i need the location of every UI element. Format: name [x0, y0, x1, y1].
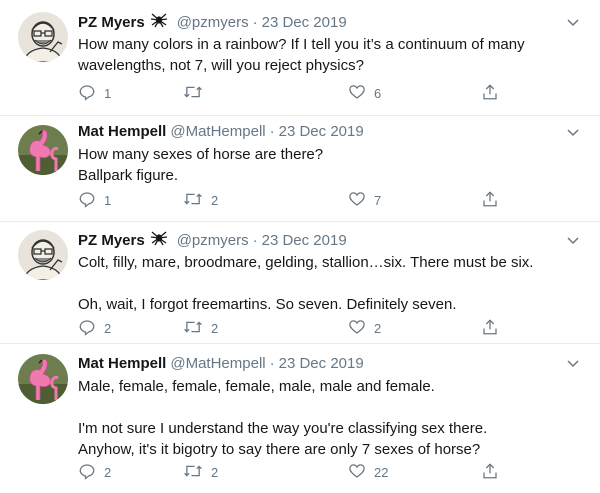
heart-icon	[348, 83, 366, 104]
like-count: 7	[374, 192, 382, 208]
tweet-text: How many colors in a rainbow? If I tell …	[78, 36, 525, 74]
spider-icon	[150, 230, 168, 251]
share-button[interactable]	[481, 82, 499, 104]
separator: ·	[252, 14, 258, 31]
retweet-button[interactable]: 2	[183, 189, 218, 211]
tweet[interactable]: PZ Myers @pzmyers · 23 Dec 2019 Colt, fi…	[0, 222, 600, 344]
separator: ·	[269, 123, 275, 140]
tweet-header: Mat Hempell @MatHempell · 23 Dec 2019	[78, 122, 364, 141]
like-count: 22	[374, 464, 389, 480]
chevron-down-icon[interactable]	[566, 233, 580, 247]
retweet-count: 2	[211, 464, 219, 480]
avatar-pzmyers[interactable]	[18, 12, 68, 62]
reply-count: 2	[104, 320, 112, 336]
tweet[interactable]: Mat Hempell @MatHempell · 23 Dec 2019 Ma…	[0, 344, 600, 493]
avatar-mathempell[interactable]	[18, 125, 68, 175]
reply-button[interactable]: 2	[78, 317, 111, 339]
chevron-down-icon[interactable]	[566, 125, 580, 139]
like-count: 2	[374, 320, 382, 336]
spider-icon	[150, 12, 168, 33]
tweet[interactable]: Mat Hempell @MatHempell · 23 Dec 2019 Ho…	[0, 116, 600, 222]
chevron-down-icon[interactable]	[566, 356, 580, 370]
reply-count: 1	[104, 85, 112, 101]
author-handle[interactable]: @MatHempell	[170, 122, 265, 141]
like-button[interactable]: 22	[348, 461, 388, 483]
tweet-text: Colt, filly, mare, broodmare, gelding, s…	[78, 254, 534, 313]
share-button[interactable]	[481, 461, 499, 483]
tweet-date[interactable]: 23 Dec 2019	[262, 231, 347, 250]
tweet-actions: 1 2 7	[78, 189, 508, 211]
share-icon	[481, 190, 499, 211]
share-icon	[481, 462, 499, 483]
retweet-icon	[183, 318, 203, 339]
tweet-date[interactable]: 23 Dec 2019	[279, 122, 364, 141]
heart-icon	[348, 318, 366, 339]
author-name[interactable]: PZ Myers	[78, 231, 145, 250]
retweet-count: 2	[211, 320, 219, 336]
retweet-button[interactable]	[183, 82, 211, 104]
heart-icon	[348, 462, 366, 483]
reply-count: 2	[104, 464, 112, 480]
like-count: 6	[374, 85, 382, 101]
share-button[interactable]	[481, 317, 499, 339]
reply-icon	[78, 83, 96, 104]
author-handle[interactable]: @pzmyers	[177, 13, 249, 32]
reply-button[interactable]: 1	[78, 189, 111, 211]
author-name[interactable]: PZ Myers	[78, 13, 145, 32]
reply-icon	[78, 462, 96, 483]
tweet-text: Male, female, female, female, male, male…	[78, 378, 488, 458]
tweet-text: How many sexes of horse are there? Ballp…	[78, 146, 324, 184]
author-name[interactable]: Mat Hempell	[78, 354, 166, 373]
reply-count: 1	[104, 192, 112, 208]
tweet-actions: 2 2 2	[78, 317, 508, 339]
heart-icon	[348, 190, 366, 211]
reply-button[interactable]: 2	[78, 461, 111, 483]
share-icon	[481, 318, 499, 339]
chevron-down-icon[interactable]	[566, 15, 580, 29]
tweet-header: PZ Myers @pzmyers · 23 Dec 2019	[78, 12, 347, 33]
avatar-pzmyers[interactable]	[18, 230, 68, 280]
retweet-count: 2	[211, 192, 219, 208]
tweet-date[interactable]: 23 Dec 2019	[279, 354, 364, 373]
retweet-button[interactable]: 2	[183, 317, 218, 339]
retweet-icon	[183, 190, 203, 211]
author-handle[interactable]: @pzmyers	[177, 231, 249, 250]
avatar-mathempell[interactable]	[18, 354, 68, 404]
tweet-header: PZ Myers @pzmyers · 23 Dec 2019	[78, 230, 347, 251]
retweet-icon	[183, 462, 203, 483]
reply-button[interactable]: 1	[78, 82, 111, 104]
author-name[interactable]: Mat Hempell	[78, 122, 166, 141]
share-button[interactable]	[481, 189, 499, 211]
retweet-button[interactable]: 2	[183, 461, 218, 483]
separator: ·	[252, 232, 258, 249]
tweet[interactable]: PZ Myers @pzmyers · 23 Dec 2019 How many…	[0, 0, 600, 116]
tweet-actions: 1 6	[78, 82, 508, 104]
share-icon	[481, 83, 499, 104]
reply-icon	[78, 190, 96, 211]
tweet-actions: 2 2 22	[78, 461, 508, 483]
reply-icon	[78, 318, 96, 339]
tweet-thread: PZ Myers @pzmyers · 23 Dec 2019 How many…	[0, 0, 600, 493]
author-handle[interactable]: @MatHempell	[170, 354, 265, 373]
like-button[interactable]: 6	[348, 82, 381, 104]
like-button[interactable]: 7	[348, 189, 381, 211]
like-button[interactable]: 2	[348, 317, 381, 339]
retweet-icon	[183, 83, 203, 104]
separator: ·	[269, 355, 275, 372]
tweet-date[interactable]: 23 Dec 2019	[262, 13, 347, 32]
tweet-header: Mat Hempell @MatHempell · 23 Dec 2019	[78, 354, 364, 373]
